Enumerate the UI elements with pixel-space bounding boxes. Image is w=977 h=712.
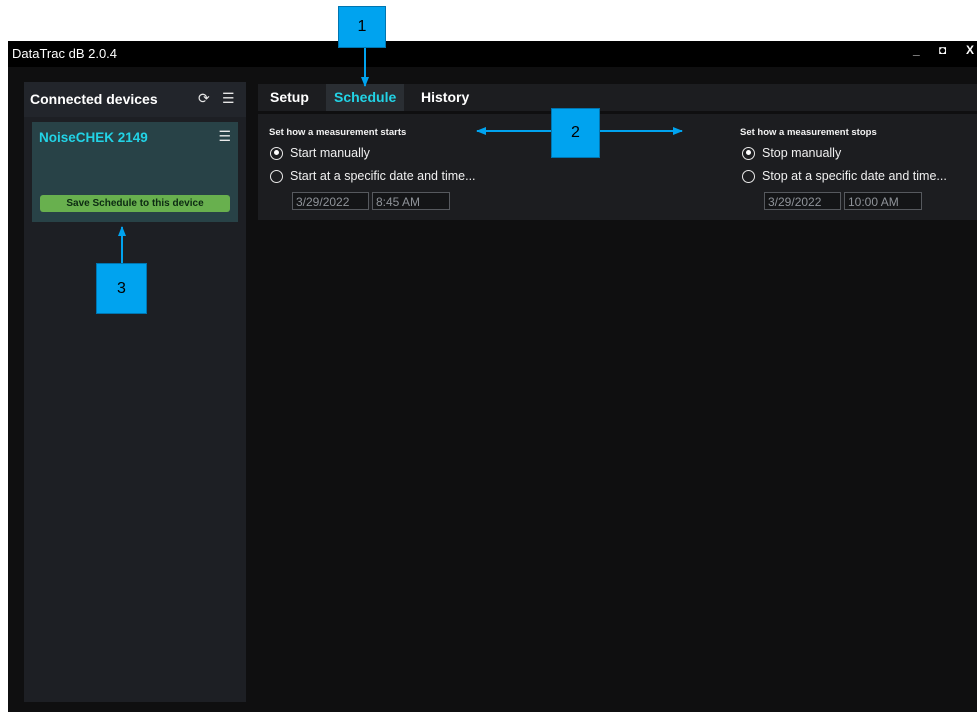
callout-1: 1 [338,6,386,48]
annotation-arrows [118,48,683,263]
callout-2: 2 [551,108,600,158]
callout-3: 3 [96,263,147,314]
